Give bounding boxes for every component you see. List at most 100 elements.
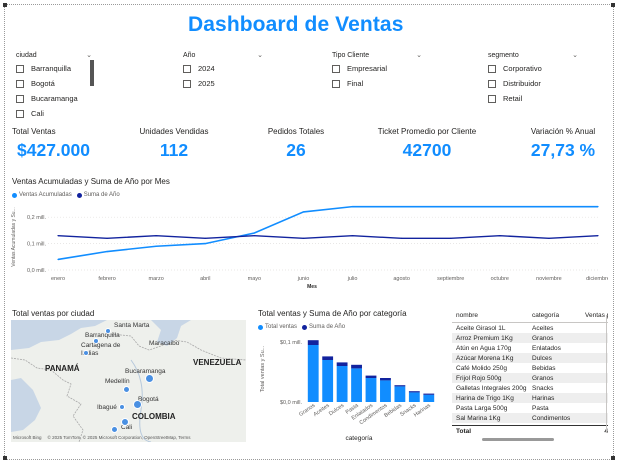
- checkbox[interactable]: [488, 79, 496, 88]
- table-row[interactable]: Azúcar Morena 1Kg Dulces: [452, 353, 608, 363]
- kpi-ticket-promedio[interactable]: Ticket Promedio por Cliente 42700: [370, 127, 484, 161]
- legend-item[interactable]: Total ventas: [258, 324, 297, 330]
- bar-total-ventas[interactable]: [394, 386, 406, 402]
- chevron-down-icon[interactable]: ⌄: [86, 51, 92, 59]
- slicer-option[interactable]: Barranquilla: [16, 61, 92, 76]
- data-point[interactable]: [450, 237, 452, 239]
- kpi-pedidos-totales[interactable]: Pedidos Totales 26: [255, 127, 337, 161]
- bar-suma-de-anio[interactable]: [307, 340, 319, 345]
- slicer-option[interactable]: Final: [332, 76, 422, 91]
- bar-total-ventas[interactable]: [351, 368, 362, 402]
- table-row[interactable]: Atún en Agua 170g Enlatados: [452, 343, 608, 353]
- series-line-ventas-acumuladas[interactable]: [57, 205, 598, 261]
- slicer-option[interactable]: 2024: [183, 61, 263, 76]
- slicer-tipo-cliente[interactable]: Tipo Cliente ⌄ Empresarial Final: [332, 49, 422, 91]
- data-point[interactable]: [597, 235, 599, 237]
- column-header-categoria[interactable]: categoría: [532, 312, 585, 319]
- checkbox[interactable]: [332, 79, 340, 88]
- slicer-option[interactable]: Retail: [488, 91, 578, 106]
- bar-chart[interactable]: $0,1 mill. $0,0 mill. Total ventas y Su...…: [254, 332, 444, 444]
- series-line-suma-de-anio[interactable]: [57, 234, 599, 240]
- slicer-scrollbar[interactable]: [90, 60, 94, 86]
- data-point[interactable]: [351, 235, 354, 237]
- map-bubble-santa-marta[interactable]: [105, 328, 111, 334]
- map-bubble-cartagena[interactable]: [83, 350, 89, 356]
- chevron-down-icon[interactable]: ⌄: [572, 51, 578, 59]
- data-point[interactable]: [106, 237, 108, 239]
- data-point[interactable]: [401, 237, 403, 239]
- data-point[interactable]: [401, 206, 403, 208]
- bar-suma-de-anio[interactable]: [351, 364, 362, 369]
- slicer-option[interactable]: Distribuidor: [488, 76, 578, 91]
- map-bubble-cali[interactable]: [121, 418, 129, 426]
- slicer-option[interactable]: Empresarial: [332, 61, 422, 76]
- checkbox[interactable]: [183, 64, 191, 73]
- bar-total-ventas[interactable]: [322, 360, 334, 402]
- checkbox[interactable]: [332, 64, 340, 73]
- table-row[interactable]: Arroz Premium 1Kg Granos: [452, 333, 608, 343]
- bar-total-ventas[interactable]: [408, 392, 420, 402]
- data-point[interactable]: [253, 232, 255, 234]
- slicer-option[interactable]: Bucaramanga: [16, 91, 92, 106]
- data-point[interactable]: [57, 258, 59, 261]
- slicer-anio[interactable]: Año ⌄ 2024 2025: [183, 49, 263, 91]
- data-point[interactable]: [155, 235, 157, 237]
- product-table[interactable]: nombre categoría Ventas po Aceite Giraso…: [452, 308, 608, 436]
- checkbox[interactable]: [16, 79, 24, 88]
- bar-suma-de-anio[interactable]: [394, 385, 406, 387]
- column-header-nombre[interactable]: nombre: [452, 312, 532, 319]
- data-point[interactable]: [548, 237, 550, 239]
- line-chart[interactable]: 0,2 mill. 0,1 mill. 0,0 mill. Ventas Acumul…: [8, 198, 608, 290]
- table-row[interactable]: Pasta Larga 500g Pasta: [452, 403, 608, 413]
- checkbox[interactable]: [16, 94, 24, 103]
- bar-total-ventas[interactable]: [365, 378, 377, 402]
- slicer-option[interactable]: 2025: [183, 76, 263, 91]
- data-point[interactable]: [302, 211, 305, 213]
- map-bubble-ibague[interactable]: [119, 404, 125, 410]
- map-bubble-bucaramanga[interactable]: [145, 374, 154, 383]
- checkbox[interactable]: [16, 109, 24, 118]
- data-point[interactable]: [450, 206, 452, 208]
- legend-item[interactable]: Suma de Año: [302, 324, 345, 330]
- map-bubble-medellin[interactable]: [123, 386, 130, 393]
- bar-suma-de-anio[interactable]: [322, 356, 334, 360]
- bar-total-ventas[interactable]: [380, 380, 391, 402]
- table-row[interactable]: Aceite Girasol 1L Aceites: [452, 323, 608, 333]
- data-point[interactable]: [548, 206, 550, 208]
- slicer-ciudad[interactable]: ciudad ⌄ Barranquilla Bogotá Bucaramanga …: [16, 49, 92, 121]
- data-point[interactable]: [155, 245, 157, 247]
- data-point[interactable]: [302, 237, 305, 239]
- bar-total-ventas[interactable]: [307, 345, 319, 402]
- column-header-ventas[interactable]: Ventas po: [585, 312, 608, 319]
- data-point[interactable]: [57, 235, 59, 237]
- chevron-down-icon[interactable]: ⌄: [257, 51, 263, 59]
- data-point[interactable]: [499, 206, 501, 208]
- map-bubble-bogota[interactable]: [133, 400, 142, 409]
- table-row[interactable]: Harina de Trigo 1Kg Harinas: [452, 393, 608, 403]
- table-row[interactable]: Café Molido 250g Bebidas: [452, 363, 608, 373]
- kpi-unidades-vendidas[interactable]: Unidades Vendidas 112: [130, 127, 218, 161]
- bar-total-ventas[interactable]: [336, 366, 348, 402]
- slicer-option[interactable]: Corporativo: [488, 61, 578, 76]
- data-point[interactable]: [106, 250, 108, 253]
- bar-suma-de-anio[interactable]: [423, 393, 435, 395]
- checkbox[interactable]: [16, 64, 24, 73]
- kpi-variacion-anual[interactable]: Variación % Anual 27,73 %: [526, 127, 600, 161]
- bar-suma-de-anio[interactable]: [408, 391, 420, 393]
- slicer-option[interactable]: Bogotá: [16, 76, 92, 91]
- slicer-segmento[interactable]: segmento ⌄ Corporativo Distribuidor Retai…: [488, 49, 578, 106]
- data-point[interactable]: [204, 243, 206, 245]
- map-bubble-cali-2[interactable]: [111, 426, 118, 433]
- bar-suma-de-anio[interactable]: [380, 378, 391, 381]
- table-row[interactable]: Frijol Rojo 500g Granos: [452, 373, 608, 383]
- data-point[interactable]: [597, 206, 599, 208]
- map-bubble-barranquilla[interactable]: [93, 338, 99, 344]
- data-point[interactable]: [253, 235, 255, 237]
- data-point[interactable]: [204, 237, 206, 239]
- checkbox[interactable]: [488, 94, 496, 103]
- city-map[interactable]: Santa Marta Barranquilla Cartagena de In…: [11, 320, 246, 442]
- slicer-option[interactable]: Cali: [16, 106, 92, 121]
- data-point[interactable]: [499, 235, 501, 237]
- bar-suma-de-anio[interactable]: [336, 362, 348, 366]
- checkbox[interactable]: [488, 64, 496, 73]
